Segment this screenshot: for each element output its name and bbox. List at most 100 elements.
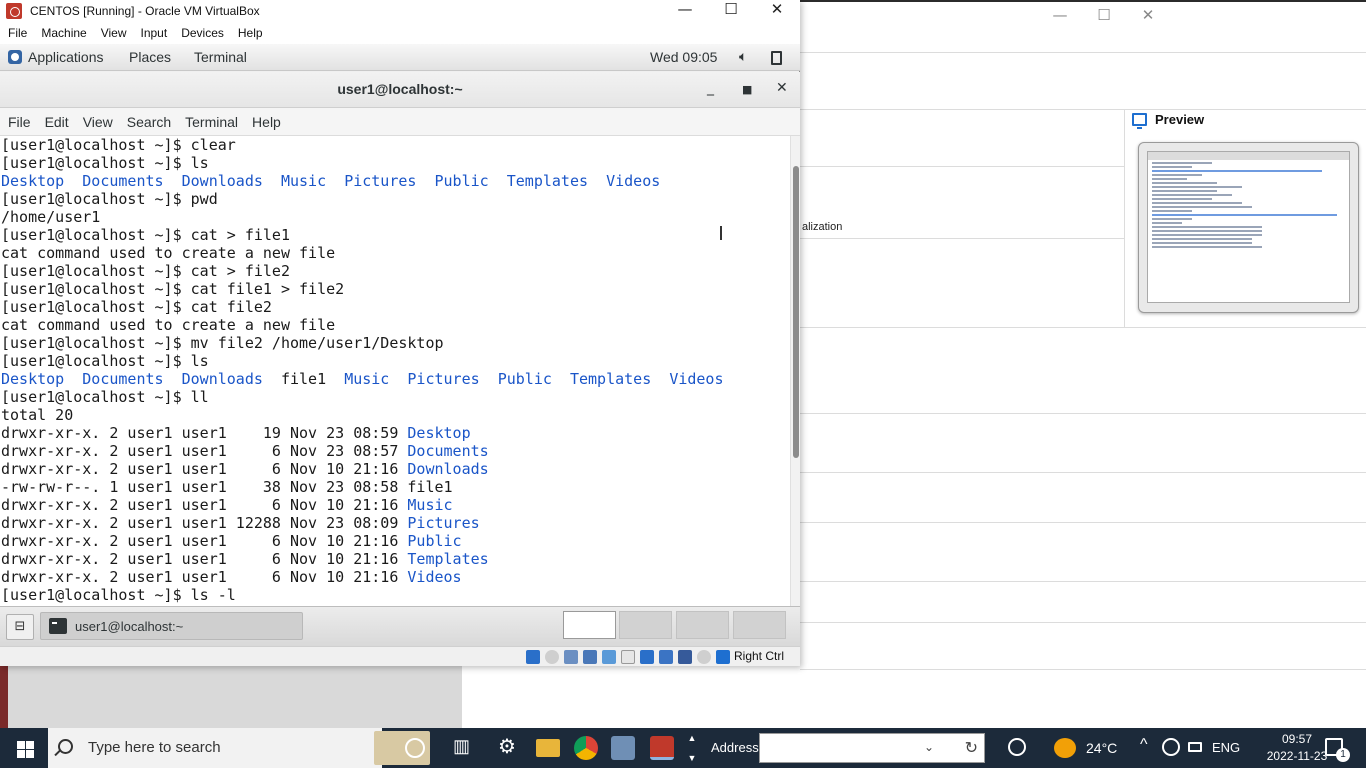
terminal-text: [user1@localhost ~]$ clear [1,136,236,154]
language-indicator[interactable]: ENG [1212,740,1240,755]
terminal-line: [user1@localhost ~]$ cat file1 > file2 [1,280,790,298]
terminal-line: total 20 [1,406,790,424]
terminal-titlebar[interactable]: user1@localhost:~ _ ■ ✕ [0,72,800,108]
close-icon[interactable]: ✕ [1126,6,1170,28]
minimize-icon[interactable]: — [662,0,708,22]
directory-name: Public [434,172,489,190]
monitor-icon [1132,113,1147,129]
taskbar-item-terminal[interactable]: user1@localhost:~ [40,612,303,640]
terminal-line: [user1@localhost ~]$ cat > file2 [1,262,790,280]
people-icon[interactable] [1008,738,1026,756]
show-desktop-icon[interactable]: ⊟ [6,614,34,640]
maximize-icon[interactable]: ☐ [708,0,754,22]
terminal-text: drwxr-xr-x. 2 user1 user1 6 Nov 10 21:16 [1,532,408,550]
gear-icon[interactable]: ⚙ [498,734,522,758]
cortana-icon[interactable] [405,738,425,758]
directory-name: Desktop [1,370,65,388]
vm-menu-help[interactable]: Help [238,26,263,40]
directory-name: Desktop [407,424,471,442]
vm-status-bar: Right Ctrl [0,646,800,666]
audio-icon[interactable] [564,650,578,664]
globe-icon[interactable] [1162,738,1180,756]
vm-menu-devices[interactable]: Devices [181,26,224,40]
terminal-menu-edit[interactable]: Edit [45,114,69,130]
terminal-text: drwxr-xr-x. 2 user1 user1 6 Nov 10 21:16 [1,460,408,478]
minimize-icon[interactable]: _ [707,80,714,96]
usb-icon[interactable] [602,650,616,664]
close-icon[interactable]: ✕ [754,0,800,22]
terminal-line: [user1@localhost ~]$ cat > file1 [1,226,790,244]
weather-icon[interactable] [1054,738,1076,758]
terminal-line: drwxr-xr-x. 2 user1 user1 6 Nov 23 08:57… [1,442,790,460]
terminal-menubar: File Edit View Search Terminal Help [0,108,800,136]
terminal-line: drwxr-xr-x. 2 user1 user1 6 Nov 10 21:16… [1,532,790,550]
virtualbox-icon[interactable] [650,736,674,760]
gnome-clock[interactable]: Wed 09:05 [650,49,717,65]
cpu-icon[interactable] [678,650,692,664]
battery-icon[interactable] [771,51,782,65]
desktop-background [0,666,462,728]
folder-icon[interactable] [536,739,560,757]
vm-menu-view[interactable]: View [101,26,127,40]
keyboard-capture-icon[interactable] [716,650,730,664]
directory-name: Public [407,532,462,550]
workspace-1[interactable] [563,611,616,639]
workspace-4[interactable] [733,611,786,639]
optical-drive-icon[interactable] [545,650,559,664]
taskbar-date[interactable]: 2022-11-23 [1262,749,1332,763]
chevron-up-icon[interactable]: ^ [1140,736,1148,754]
directory-name: Documents [82,370,164,388]
task-view-icon[interactable]: ▥ [453,736,477,760]
address-input[interactable]: ⌄ ↻ [759,733,985,763]
vm-menu-machine[interactable]: Machine [41,26,86,40]
shared-folders-icon[interactable] [621,650,635,664]
terminal-output[interactable]: [user1@localhost ~]$ clear [user1@localho… [0,136,790,606]
taskbar-time[interactable]: 09:57 [1262,732,1332,746]
workspace-2[interactable] [619,611,672,639]
refresh-icon[interactable]: ↻ [965,738,978,758]
hard-disk-icon[interactable] [526,650,540,664]
close-icon[interactable]: ✕ [776,80,788,96]
battery-icon[interactable] [1188,742,1202,752]
terminal-menu-file[interactable]: File [8,114,31,130]
maximize-icon[interactable]: ☐ [1082,6,1126,28]
terminal-scrollbar[interactable] [790,136,800,606]
scrollbar-thumb[interactable] [793,166,799,458]
vm-menu-input[interactable]: Input [141,26,168,40]
network-icon[interactable] [583,650,597,664]
terminal-app-menu[interactable]: Terminal [194,49,247,65]
vm-menu-file[interactable]: File [8,26,27,40]
applications-menu[interactable]: Applications [8,49,104,65]
directory-name: Downloads [407,460,489,478]
volume-icon[interactable]: 🔈︎ [739,48,747,65]
workspace-3[interactable] [676,611,729,639]
terminal-menu-view[interactable]: View [83,114,113,130]
mouse-integration-icon[interactable] [697,650,711,664]
chevron-down-icon[interactable]: ⌄ [924,740,934,754]
display-icon[interactable] [640,650,654,664]
vm-titlebar[interactable]: CENTOS [Running] - Oracle VM VirtualBox … [0,0,800,22]
places-menu[interactable]: Places [129,49,171,65]
notification-count: 1 [1336,748,1350,762]
taskbar-scroll-icon[interactable]: ▲ ▼ [686,728,698,768]
search-placeholder: Type here to search [88,739,221,756]
directory-name: Documents [407,442,489,460]
preview-label: Preview [1155,112,1205,127]
maximize-icon[interactable]: ■ [742,83,752,96]
windows-logo-icon[interactable] [0,728,48,768]
gnome-window-list: ⊟ user1@localhost:~ [0,606,800,646]
cube-app-icon[interactable] [611,736,635,760]
chrome-icon[interactable] [574,736,598,760]
recording-icon[interactable] [659,650,673,664]
taskbar-search-box[interactable]: Type here to search [48,728,430,768]
terminal-menu-search[interactable]: Search [127,114,171,130]
directory-name: Public [497,370,552,388]
directory-name: Desktop [1,172,65,190]
terminal-text: file1 [262,370,345,388]
terminal-menu-terminal[interactable]: Terminal [185,114,238,130]
minimize-icon[interactable]: — [1038,6,1082,28]
weather-temperature[interactable]: 24°C [1086,740,1117,756]
terminal-text: [user1@localhost ~]$ cat file2 [1,298,272,316]
terminal-menu-help[interactable]: Help [252,114,281,130]
